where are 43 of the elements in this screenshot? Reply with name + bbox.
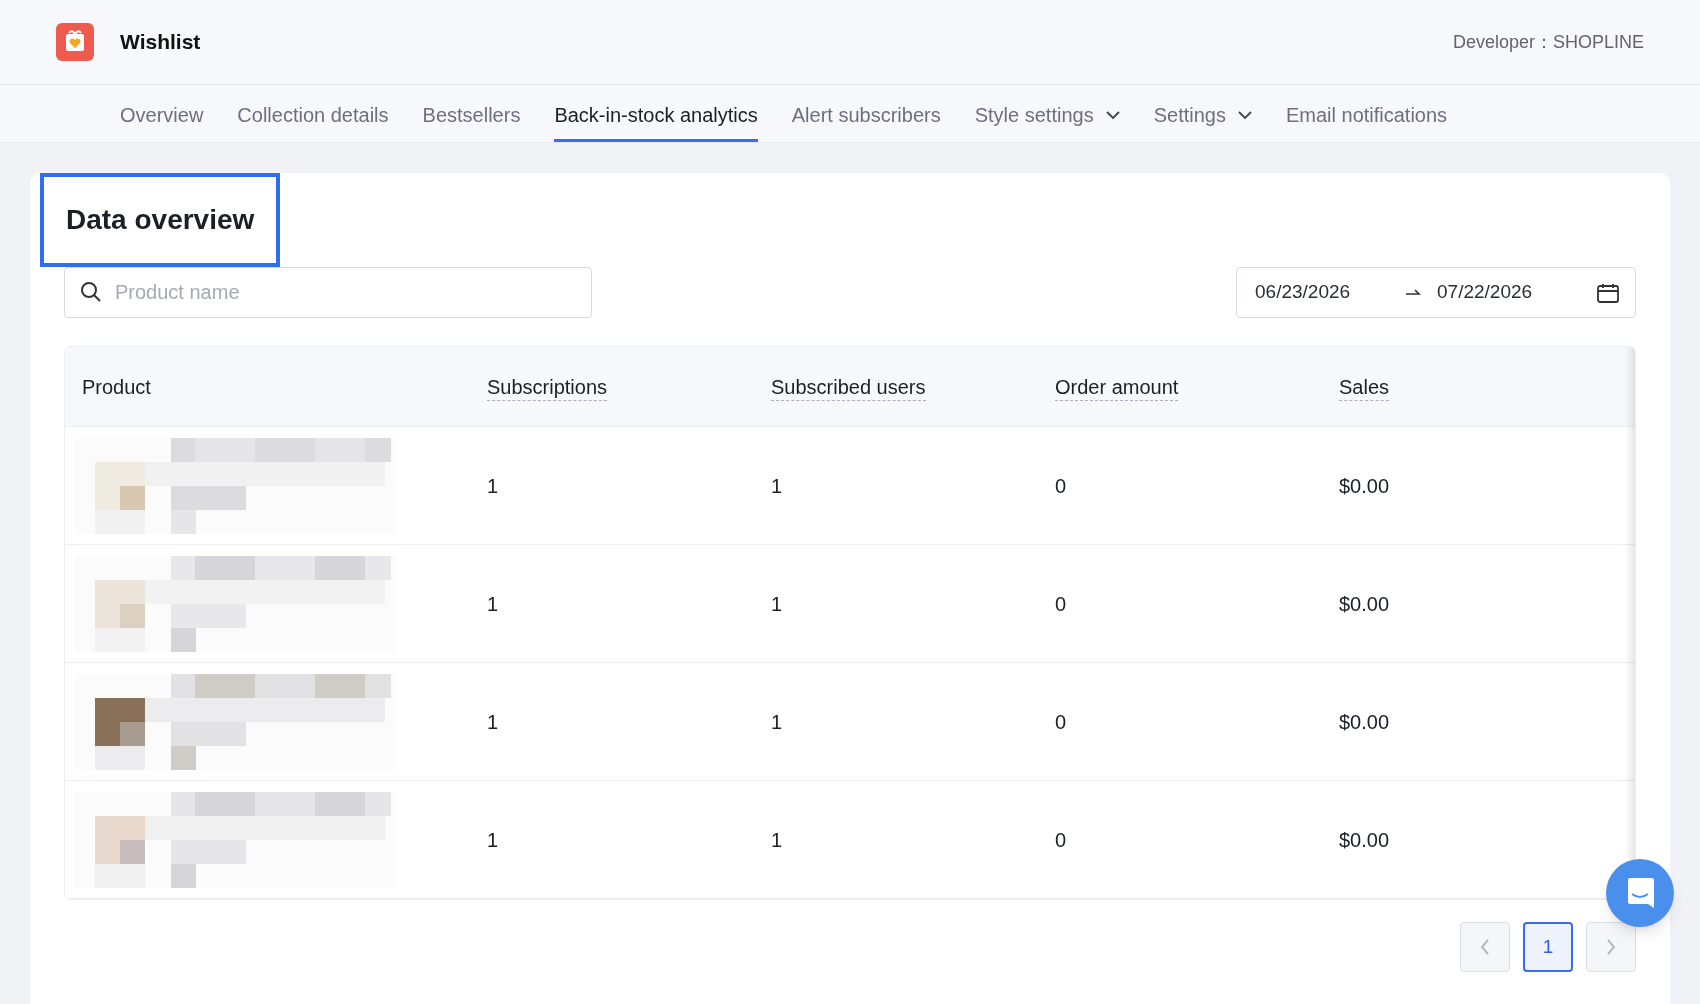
table-cell: 1 [487,828,499,851]
nav-tab[interactable]: Alert subscribers [791,85,941,142]
table-cell: 0 [1055,828,1067,851]
page-button[interactable]: 1 [1523,922,1573,972]
table-cell: 0 [1055,592,1067,615]
nav-tab[interactable]: Overview [120,85,204,142]
developer-label: Developer：SHOPLINE [1452,30,1644,54]
nav-tab[interactable]: Style settings [974,85,1120,142]
search-field[interactable]: Product name [64,267,592,318]
table-cell: 1 [771,474,783,497]
chat-button[interactable] [1606,859,1674,927]
nav-tab[interactable]: Settings [1153,85,1252,142]
nav-tab[interactable]: Bestsellers [422,85,521,142]
column-header: Product [82,375,151,400]
app-logo-icon [56,23,94,61]
table-cell: 0 [1055,710,1067,733]
end-date: 07/22/2026 [1437,280,1534,305]
table-cell: $0.00 [1339,710,1390,733]
table-cell: 1 [771,592,783,615]
table-cell: $0.00 [1339,474,1390,497]
start-date: 06/23/2026 [1255,280,1352,305]
table-cell: 1 [487,710,499,733]
table-cell: $0.00 [1339,828,1390,851]
table-cell: 1 [771,828,783,851]
table-cell: $0.00 [1339,592,1390,615]
nav-tab[interactable]: Collection details [237,85,389,142]
table-cell: 1 [771,710,783,733]
date-range-field[interactable]: 06/23/2026 07/22/2026 [1236,267,1636,318]
table-cell: 1 [487,474,499,497]
app-title: Wishlist [120,29,201,56]
column-header: Order amount [1055,375,1179,401]
search-icon [80,281,102,303]
chevron-right-icon [1606,939,1616,955]
table-cell: 1 [487,592,499,615]
section-title: Data overview [40,173,281,267]
column-header: Subscribed users [771,375,926,401]
nav-tab[interactable]: Back-in-stock analytics [554,85,758,142]
table-cell: 0 [1055,474,1067,497]
column-header: Sales [1339,375,1390,401]
chevron-left-icon [1480,939,1490,955]
column-header: Subscriptions [487,375,608,401]
nav-tab[interactable]: Email notifications [1285,85,1448,142]
calendar-icon [1597,282,1619,303]
